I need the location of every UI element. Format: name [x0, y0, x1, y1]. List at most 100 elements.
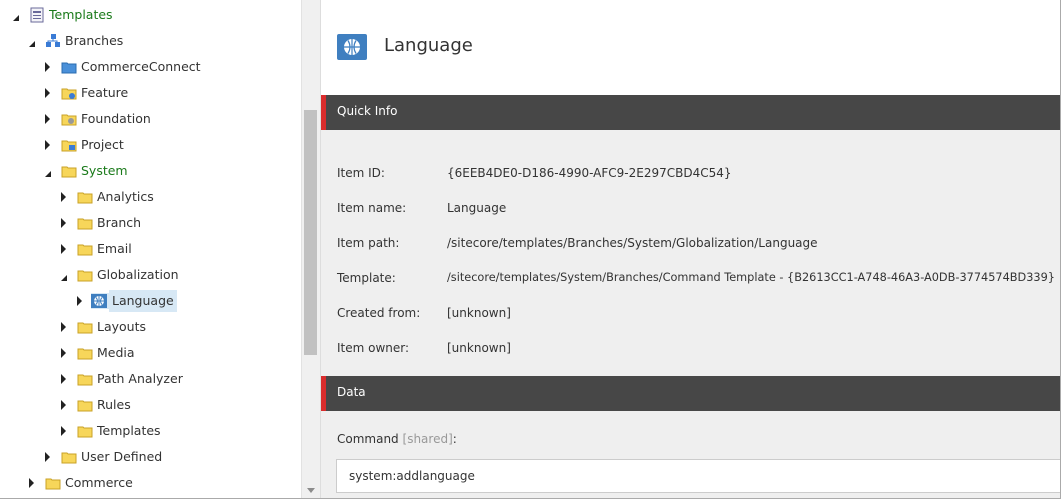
info-value: {6EEB4DE0-D186-4990-AFC9-2E297CBD4C54} [447, 166, 732, 180]
tree-item-label: Branch [97, 215, 142, 230]
tree-expander[interactable] [60, 264, 72, 286]
folder-icon [45, 475, 61, 491]
tree-item-feature[interactable]: Feature [0, 82, 300, 104]
tree-item-analytics[interactable]: Analytics [0, 186, 300, 208]
info-row-template: Template: /sitecore/templates/System/Bra… [337, 271, 1061, 291]
tree-item-label: Layouts [97, 319, 147, 334]
tree-item-foundation[interactable]: Foundation [0, 108, 300, 130]
tree-item-label: Language [109, 290, 177, 312]
template-folder-icon [29, 7, 45, 23]
command-input[interactable] [336, 459, 1061, 493]
tree-expander[interactable] [42, 56, 54, 78]
tree-item-label: CommerceConnect [81, 59, 201, 74]
section-data[interactable]: Data [321, 376, 1061, 411]
tree-expander[interactable] [58, 394, 70, 416]
folder-icon [61, 449, 77, 465]
page-title: Language [384, 35, 473, 56]
tree-expander[interactable] [58, 238, 70, 260]
scroll-down-arrow-icon[interactable] [307, 488, 315, 493]
globe-icon [91, 293, 111, 309]
tree-item-label: System [81, 163, 128, 178]
info-label: Item ID: [337, 166, 385, 180]
item-editor: Language Quick Info Item ID: {6EEB4DE0-D… [320, 0, 1061, 499]
tree-expander[interactable] [44, 160, 56, 182]
tree-item-templates[interactable]: Templates [0, 4, 300, 26]
tree-item-commerce[interactable]: Commerce [0, 472, 300, 494]
tree-item-email[interactable]: Email [0, 238, 300, 260]
tree-expander[interactable] [26, 472, 38, 494]
folder-icon [77, 267, 93, 283]
shared-indicator: [shared] [402, 432, 453, 446]
tree-item-media[interactable]: Media [0, 342, 300, 364]
tree-expander[interactable] [74, 290, 86, 312]
template-link[interactable]: /sitecore/templates/System/Branches/Comm… [447, 271, 1055, 284]
foundation-folder-icon [61, 111, 77, 127]
folder-icon [61, 163, 77, 179]
tree-expander[interactable] [58, 342, 70, 364]
tree-item-label: Media [97, 345, 135, 360]
folder-icon [77, 397, 93, 413]
tree-item-label: Templates [97, 423, 161, 438]
tree-item-label: Project [81, 137, 124, 152]
tree-item-language[interactable]: Language [0, 290, 300, 312]
tree-item-path-analyzer[interactable]: Path Analyzer [0, 368, 300, 390]
tree-expander[interactable] [42, 446, 54, 468]
info-row-item-id: Item ID: {6EEB4DE0-D186-4990-AFC9-2E297C… [337, 166, 1061, 186]
tree-expander[interactable] [58, 420, 70, 442]
tree-item-templates-sub[interactable]: Templates [0, 420, 300, 442]
tree-item-globalization[interactable]: Globalization [0, 264, 300, 286]
info-label: Created from: [337, 306, 421, 320]
info-value: Language [447, 201, 507, 215]
tree-expander[interactable] [58, 368, 70, 390]
tree-item-label: Templates [49, 7, 113, 22]
tree-expander[interactable] [58, 186, 70, 208]
command-field-label: Command [shared]: [337, 432, 457, 446]
folder-icon [77, 423, 93, 439]
section-title: Data [337, 385, 366, 399]
info-value: /sitecore/templates/Branches/System/Glob… [447, 236, 818, 250]
info-row-created-from: Created from: [unknown] [337, 306, 1061, 326]
folder-icon [77, 319, 93, 335]
tree-item-label: Commerce [65, 475, 133, 490]
scroll-thumb[interactable] [304, 110, 317, 355]
tree-item-branches[interactable]: Branches [0, 30, 300, 52]
tree-item-rules[interactable]: Rules [0, 394, 300, 416]
tree-expander[interactable] [28, 30, 40, 52]
folder-icon [77, 215, 93, 231]
tree-item-label: Foundation [81, 111, 151, 126]
feature-folder-icon [61, 85, 77, 101]
tree-item-commerceconnect[interactable]: CommerceConnect [0, 56, 300, 78]
tree-item-label: Email [97, 241, 132, 256]
branches-icon [45, 33, 61, 49]
info-value: [unknown] [447, 306, 511, 320]
info-label: Item owner: [337, 341, 410, 355]
item-header: Language [321, 0, 1061, 95]
tree-item-layouts[interactable]: Layouts [0, 316, 300, 338]
tree-expander[interactable] [58, 316, 70, 338]
tree-expander[interactable] [12, 4, 24, 26]
tree-item-system[interactable]: System [0, 160, 300, 182]
tree-expander[interactable] [58, 212, 70, 234]
info-row-item-name: Item name: Language [337, 201, 1061, 221]
folder-icon [77, 241, 93, 257]
tree-item-project[interactable]: Project [0, 134, 300, 156]
info-label: Template: [337, 271, 396, 285]
tree-scrollbar[interactable] [301, 0, 320, 499]
section-quick-info[interactable]: Quick Info [321, 95, 1061, 130]
label-colon: : [452, 432, 457, 446]
tree-item-branch[interactable]: Branch [0, 212, 300, 234]
tree-expander[interactable] [42, 134, 54, 156]
command-label-text: Command [337, 432, 399, 446]
tree-item-label: User Defined [81, 449, 163, 464]
tree-item-label: Globalization [97, 267, 179, 282]
folder-icon [77, 345, 93, 361]
tree-item-user-defined[interactable]: User Defined [0, 446, 300, 468]
info-label: Item path: [337, 236, 400, 250]
info-row-item-path: Item path: /sitecore/templates/Branches/… [337, 236, 1061, 256]
info-label: Item name: [337, 201, 407, 215]
tree-expander[interactable] [42, 82, 54, 104]
tree-item-label: Analytics [97, 189, 154, 204]
folder-icon [77, 371, 93, 387]
tree-expander[interactable] [42, 108, 54, 130]
globe-icon [337, 34, 367, 60]
